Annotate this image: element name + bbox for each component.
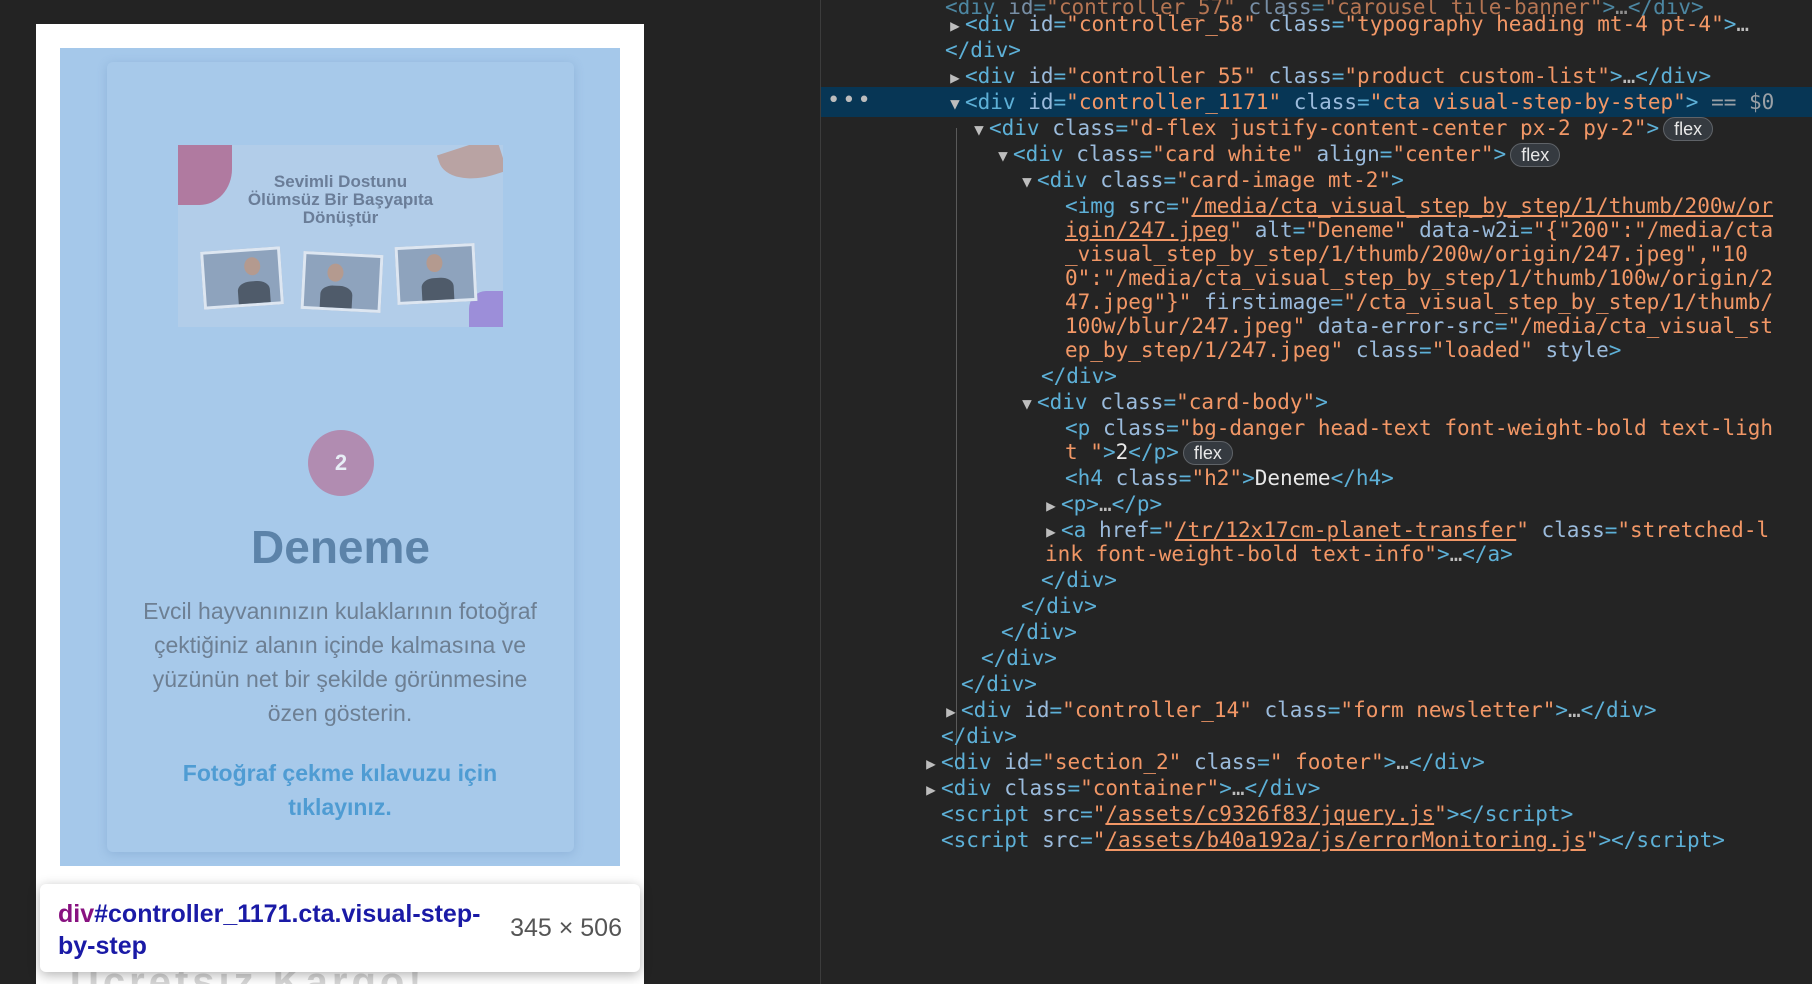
image-heading-line2: Ölümsüz Bir Başyapıta xyxy=(247,190,434,209)
step-number-badge: 2 xyxy=(308,430,374,496)
card-title: Deneme xyxy=(251,521,430,573)
collapse-triangle-icon[interactable]: ▼ xyxy=(1017,389,1037,419)
photo-thumbnail xyxy=(300,250,384,314)
expand-triangle-icon[interactable]: ▶ xyxy=(921,775,941,805)
photo-thumbnail xyxy=(200,246,284,310)
card-description: Evcil hayvanınızın kulaklarının fotoğraf… xyxy=(143,598,537,726)
guide-link[interactable]: Fotoğraf çekme kılavuzu için tıklayınız. xyxy=(150,756,530,824)
tree-indent-guide xyxy=(956,128,957,770)
flex-badge[interactable]: flex xyxy=(1510,143,1561,167)
tooltip-selector-text: #controller_1171.cta.visual-step-by-step xyxy=(58,900,481,960)
tooltip-tag: div xyxy=(58,900,95,928)
collapse-triangle-icon[interactable]: ▼ xyxy=(993,141,1013,171)
dom-node-script-errormonitoring[interactable]: <script src="/assets/b40a192a/js/errorMo… xyxy=(941,825,1812,855)
more-options-icon[interactable]: ••• xyxy=(827,88,873,113)
flex-badge[interactable]: flex xyxy=(1182,441,1233,465)
collapse-triangle-icon[interactable]: ▼ xyxy=(945,89,965,119)
devtools-elements-panel[interactable]: <div id="controller_57" class="carousel … xyxy=(820,0,1812,984)
flex-badge[interactable]: flex xyxy=(1663,117,1714,141)
page-preview: Ücretsiz Kargo! Sevimli Dostunu Ölümsüz … xyxy=(0,0,820,984)
card-image: Sevimli Dostunu Ölümsüz Bir Başyapıta Dö… xyxy=(178,145,503,327)
image-heading-line1: Sevimli Dostunu xyxy=(273,172,408,191)
inspect-tooltip: div#controller_1171.cta.visual-step-by-s… xyxy=(40,884,640,972)
tooltip-size: 345 × 506 xyxy=(510,914,622,942)
photo-thumbnail xyxy=(394,242,478,306)
collapse-triangle-icon[interactable]: ▼ xyxy=(969,115,989,145)
image-heading-line3: Dönüştür xyxy=(302,208,379,227)
collapse-triangle-icon[interactable]: ▼ xyxy=(1017,167,1037,197)
tooltip-selector: div#controller_1171.cta.visual-step-by-s… xyxy=(58,898,498,962)
